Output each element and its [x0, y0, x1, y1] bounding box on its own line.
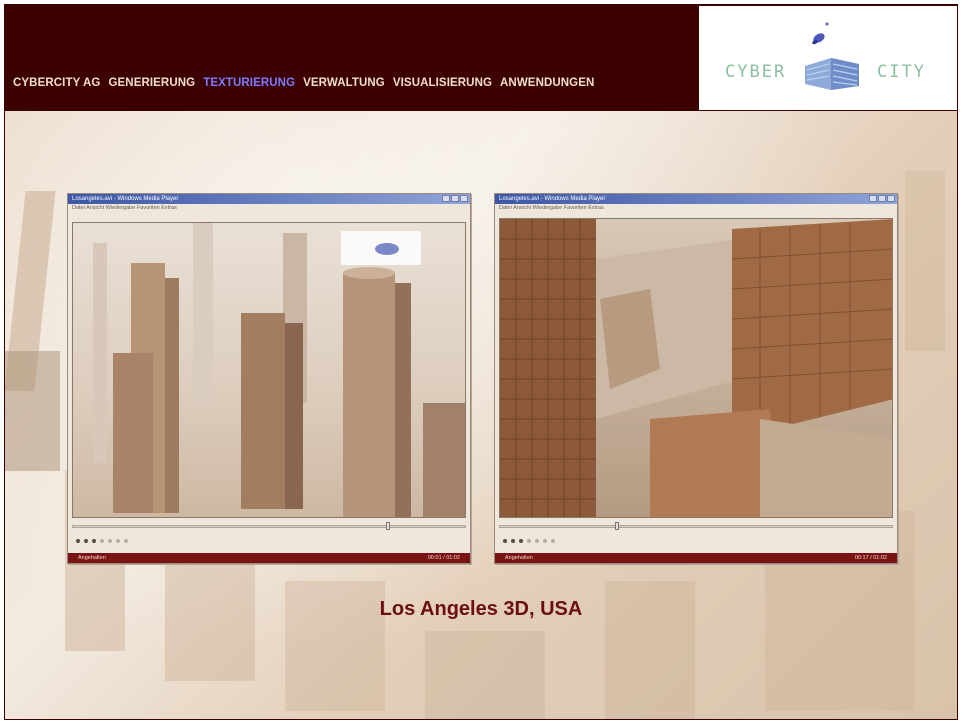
maximize-icon[interactable]: [451, 195, 459, 202]
nav-item-generierung[interactable]: GENERIERUNG: [108, 77, 195, 89]
next-icon[interactable]: [551, 539, 555, 543]
prev-icon[interactable]: [527, 539, 531, 543]
status-left: Angehalten: [78, 555, 106, 561]
playback-controls: [76, 539, 128, 543]
nav-item-anwendungen[interactable]: ANWENDUNGEN: [500, 77, 594, 89]
minimize-icon[interactable]: [442, 195, 450, 202]
close-icon[interactable]: [460, 195, 468, 202]
logo-text-city: CITY: [877, 62, 926, 82]
stop-icon[interactable]: [519, 539, 523, 543]
main-nav: CYBERCITY AG GENERIERUNG TEXTURIERUNG VE…: [13, 77, 594, 89]
window-title: Losangeles.avi - Windows Media Player: [72, 196, 179, 202]
logo-text-cyber: CYBER: [725, 62, 787, 82]
city-render-right: [500, 219, 892, 517]
forward-icon[interactable]: [543, 539, 547, 543]
page-caption: Los Angeles 3D, USA: [379, 598, 583, 620]
stop-icon[interactable]: [92, 539, 96, 543]
window-menubar[interactable]: Datei Ansicht Wiedergabe Favoriten Extra…: [495, 204, 897, 213]
window-titlebar[interactable]: Losangeles.avi - Windows Media Player: [495, 194, 897, 204]
pause-icon[interactable]: [511, 539, 515, 543]
play-icon[interactable]: [76, 539, 80, 543]
logo-satellite-icon: [812, 22, 829, 45]
status-right: 00:17 / 01:02: [854, 555, 887, 561]
prev-icon[interactable]: [100, 539, 104, 543]
status-bar: Angehalten 00:01 / 01:02: [68, 553, 470, 563]
minimize-icon[interactable]: [869, 195, 877, 202]
city-render-left: [93, 223, 465, 517]
pause-icon[interactable]: [84, 539, 88, 543]
forward-icon[interactable]: [116, 539, 120, 543]
logo-building-icon: [805, 58, 859, 90]
media-player-window-left[interactable]: Losangeles.avi - Windows Media Player Da…: [67, 193, 471, 564]
rewind-icon[interactable]: [535, 539, 539, 543]
window-title: Losangeles.avi - Windows Media Player: [499, 196, 606, 202]
status-bar: Angehalten 00:17 / 01:02: [495, 553, 897, 563]
nav-item-cybercity-ag[interactable]: CYBERCITY AG: [13, 77, 100, 89]
nav-item-verwaltung[interactable]: VERWALTUNG: [303, 77, 385, 89]
window-titlebar[interactable]: Losangeles.avi - Windows Media Player: [68, 194, 470, 204]
seek-thumb[interactable]: [615, 522, 619, 530]
video-view-left: [72, 222, 466, 518]
nav-item-visualisierung[interactable]: VISUALISIERUNG: [393, 77, 492, 89]
rewind-icon[interactable]: [108, 539, 112, 543]
cybercity-logo[interactable]: CYBER CITY: [699, 6, 957, 110]
play-icon[interactable]: [503, 539, 507, 543]
video-view-right: [499, 218, 893, 518]
window-menubar[interactable]: Datei Ansicht Wiedergabe Favoriten Extra…: [68, 204, 470, 213]
header-bar: CYBERCITY AG GENERIERUNG TEXTURIERUNG VE…: [5, 5, 957, 111]
seek-bar[interactable]: [72, 525, 466, 528]
seek-bar[interactable]: [499, 525, 893, 528]
seek-thumb[interactable]: [386, 522, 390, 530]
close-icon[interactable]: [887, 195, 895, 202]
next-icon[interactable]: [124, 539, 128, 543]
status-right: 00:01 / 01:02: [427, 555, 460, 561]
maximize-icon[interactable]: [878, 195, 886, 202]
media-player-window-right[interactable]: Losangeles.avi - Windows Media Player Da…: [494, 193, 898, 564]
status-left: Angehalten: [505, 555, 533, 561]
playback-controls: [503, 539, 555, 543]
nav-item-texturierung[interactable]: TEXTURIERUNG: [203, 77, 295, 89]
